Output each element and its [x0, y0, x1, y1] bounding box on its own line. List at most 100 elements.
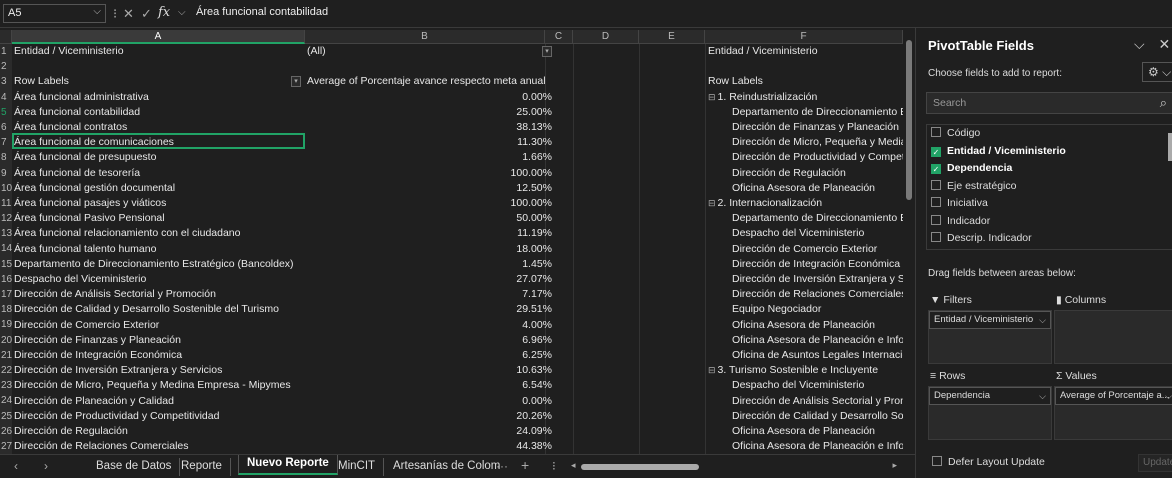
- filter-dropdown-button[interactable]: ▾: [542, 46, 552, 57]
- row-header[interactable]: 20: [0, 332, 12, 348]
- column-header-f[interactable]: F: [705, 30, 903, 44]
- sheet-tab-mincit[interactable]: MinCIT: [330, 458, 385, 476]
- cell-a[interactable]: Área funcional de comunicaciones: [12, 135, 303, 150]
- row-header[interactable]: 4: [0, 89, 12, 105]
- cell-f[interactable]: Oficina Asesora de Planeación: [706, 424, 903, 439]
- cell-a[interactable]: Dirección de Productividad y Competitivi…: [12, 409, 303, 424]
- cell-b[interactable]: 44.38%: [305, 439, 556, 454]
- cell-f[interactable]: Despacho del Viceministerio: [706, 226, 903, 241]
- cell-f[interactable]: Oficina Asesora de Planeación: [706, 318, 903, 333]
- row-header[interactable]: 12: [0, 211, 12, 227]
- field-search-input[interactable]: Search ⌕: [926, 92, 1172, 114]
- cell-b[interactable]: 38.13%: [305, 120, 556, 135]
- checked-checkbox[interactable]: ✓: [931, 146, 941, 157]
- cell-b[interactable]: 0.00%: [305, 394, 556, 409]
- defer-layout-update[interactable]: Defer Layout Update: [932, 456, 1045, 468]
- cell-a[interactable]: Dirección de Planeación y Calidad: [12, 394, 303, 409]
- field-list-scroll-thumb[interactable]: [1168, 133, 1172, 161]
- worksheet-grid[interactable]: A B C D E F 1 2 3 4 5 6 7 8 9 10 11 12 13 14 15 16 17 18 1…: [0, 30, 903, 454]
- cell-a[interactable]: Dirección de Relaciones Comerciales: [12, 439, 303, 454]
- row-header[interactable]: 2: [0, 59, 12, 75]
- cell-b[interactable]: 25.00%: [305, 105, 556, 120]
- checkbox[interactable]: [931, 250, 941, 251]
- cell-a[interactable]: Área funcional talento humano: [12, 242, 303, 257]
- row-header[interactable]: 18: [0, 302, 12, 318]
- more-vertical-icon[interactable]: ⁝: [113, 6, 117, 22]
- column-header-e[interactable]: E: [639, 30, 705, 44]
- cell-f[interactable]: Oficina de Asuntos Legales Internacional…: [706, 348, 903, 363]
- add-sheet-icon[interactable]: +: [521, 457, 529, 473]
- column-header-d[interactable]: D: [573, 30, 639, 44]
- cell-f[interactable]: 3. Turismo Sostenible e Incluyente: [706, 363, 903, 378]
- cell-f[interactable]: Row Labels: [706, 74, 903, 89]
- cell-b[interactable]: 29.51%: [305, 302, 556, 317]
- row-header[interactable]: 19: [0, 317, 12, 333]
- row-header[interactable]: 25: [0, 408, 12, 424]
- cell-b[interactable]: 7.17%: [305, 287, 556, 302]
- cell-a[interactable]: Dirección de Inversión Extranjera y Serv…: [12, 363, 303, 378]
- checked-checkbox[interactable]: ✓: [931, 164, 941, 174]
- cell-a[interactable]: Dirección de Análisis Sectorial y Promoc…: [12, 287, 303, 302]
- columns-area[interactable]: [1054, 310, 1172, 364]
- name-box[interactable]: A5 ⌵: [3, 4, 106, 23]
- cell-f[interactable]: Dirección de Finanzas y Planeación: [706, 120, 903, 135]
- rows-area[interactable]: Dependencia ⌵: [928, 386, 1052, 440]
- defer-checkbox[interactable]: [932, 456, 942, 466]
- cell-b[interactable]: (All): [305, 44, 556, 59]
- cell-f[interactable]: Despacho del Viceministerio: [706, 378, 903, 393]
- column-header-b[interactable]: B: [305, 30, 545, 44]
- cell-b[interactable]: 6.54%: [305, 378, 556, 393]
- cell-f[interactable]: Dirección de Comercio Exterior: [706, 242, 903, 257]
- cell-f[interactable]: Equipo Negociador: [706, 302, 903, 317]
- chevron-down-icon[interactable]: ⌵: [1039, 388, 1046, 404]
- row-header[interactable]: 8: [0, 150, 12, 166]
- cell-f[interactable]: Departamento de Direccionamiento Estraté…: [706, 105, 903, 120]
- cell-a[interactable]: Área funcional Pasivo Pensional: [12, 211, 303, 226]
- field-list-scrollbar[interactable]: [1168, 128, 1172, 243]
- sheet-tab-nuevo-reporte[interactable]: Nuevo Reporte: [238, 455, 338, 475]
- cell-b[interactable]: Average of Porcentaje avance respecto me…: [305, 74, 556, 89]
- cell-b[interactable]: 11.19%: [305, 226, 556, 241]
- cell-a[interactable]: Despacho del Viceministerio: [12, 272, 303, 287]
- values-field-pill[interactable]: Average of Porcentaje a... ⌵: [1055, 387, 1172, 405]
- cell-a[interactable]: [12, 59, 303, 74]
- scroll-left-icon[interactable]: ◂: [571, 460, 576, 471]
- row-header[interactable]: 27: [0, 438, 12, 454]
- row-header[interactable]: 13: [0, 226, 12, 242]
- values-area[interactable]: Average of Porcentaje a... ⌵: [1054, 386, 1172, 440]
- cell-a[interactable]: Área funcional administrativa: [12, 90, 303, 105]
- checkbox[interactable]: [931, 197, 941, 207]
- field-item[interactable]: Tipo Plan: [927, 248, 1172, 251]
- cell-b[interactable]: [305, 59, 556, 74]
- row-header[interactable]: 24: [0, 393, 12, 409]
- row-header[interactable]: 7: [0, 135, 12, 151]
- cell-a[interactable]: Departamento de Direccionamiento Estraté…: [12, 257, 303, 272]
- cell-b[interactable]: 20.26%: [305, 409, 556, 424]
- cell-f[interactable]: Oficina Asesora de Planeación e Informát…: [706, 333, 903, 348]
- cell-a[interactable]: Área funcional contratos: [12, 120, 303, 135]
- sheet-tab-reporte[interactable]: Reporte: [173, 458, 231, 476]
- field-item[interactable]: Iniciativa: [927, 195, 1172, 213]
- field-item[interactable]: Descrip. Indicador: [927, 230, 1172, 248]
- row-header[interactable]: 21: [0, 347, 12, 363]
- cell-f[interactable]: Oficina Asesora de Planeación e Informát…: [706, 439, 903, 454]
- next-sheet-icon[interactable]: ›: [44, 459, 48, 473]
- cell-b[interactable]: 6.96%: [305, 333, 556, 348]
- field-item[interactable]: Indicador: [927, 213, 1172, 231]
- cell-b[interactable]: 1.45%: [305, 257, 556, 272]
- cell-a[interactable]: Dirección de Regulación: [12, 424, 303, 439]
- cell-b[interactable]: 12.50%: [305, 181, 556, 196]
- scroll-right-icon[interactable]: ▸: [892, 460, 897, 471]
- field-item[interactable]: ✓ Dependencia: [927, 160, 1172, 178]
- cell-b[interactable]: 100.00%: [305, 196, 556, 211]
- enter-check-icon[interactable]: ✓: [141, 6, 152, 22]
- cell-b[interactable]: 6.25%: [305, 348, 556, 363]
- cell-f[interactable]: Dirección de Productividad y Competitivi…: [706, 150, 903, 165]
- cell-f[interactable]: 1. Reindustrialización: [706, 90, 903, 105]
- cell-b[interactable]: 50.00%: [305, 211, 556, 226]
- formula-input[interactable]: Área funcional contabilidad: [196, 6, 328, 18]
- row-header[interactable]: 14: [0, 241, 12, 257]
- cell-b[interactable]: 4.00%: [305, 318, 556, 333]
- cell-f[interactable]: Dirección de Regulación: [706, 166, 903, 181]
- checkbox[interactable]: [931, 232, 941, 242]
